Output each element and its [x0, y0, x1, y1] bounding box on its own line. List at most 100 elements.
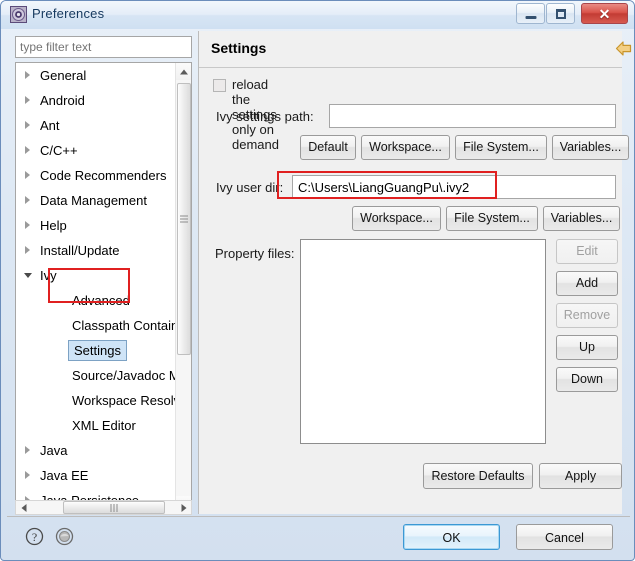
tree-item-classpath-container[interactable]: Classpath Container: [16, 313, 190, 338]
settings-path-filesystem-button[interactable]: File System...: [455, 135, 547, 160]
property-down-button[interactable]: Down: [556, 367, 618, 392]
tree-item-workspace-resolv[interactable]: Workspace Resolv: [16, 388, 180, 413]
tree-item-ant[interactable]: Ant: [16, 113, 176, 138]
close-button[interactable]: ✕: [581, 3, 628, 24]
expander-closed-icon[interactable]: [25, 121, 30, 129]
tree-vertical-scrollbar[interactable]: [175, 63, 191, 513]
property-files-label: Property files:: [215, 246, 295, 261]
tree-item-label: XML Editor: [72, 418, 136, 433]
svg-text:?: ?: [32, 530, 37, 544]
tree-item-label: Advanced: [72, 293, 130, 308]
tree-item-label: General: [40, 68, 87, 83]
expander-closed-icon[interactable]: [25, 221, 30, 229]
tree-item-code-recommenders[interactable]: Code Recommenders: [16, 163, 176, 188]
ivy-user-dir-label: Ivy user dir:: [216, 180, 284, 195]
property-add-button[interactable]: Add: [556, 271, 618, 296]
settings-panel: Settings reload the settings only on dem…: [198, 31, 632, 514]
chevron-right-icon: [181, 503, 186, 512]
tree-item-label: Java: [40, 443, 68, 458]
tree-item-label: Data Management: [40, 193, 147, 208]
tree-item-label: Source/Javadoc M: [72, 368, 180, 383]
help-question-icon[interactable]: ?: [25, 527, 44, 546]
tree-item-label: C/C++: [40, 143, 78, 158]
tree-item-java[interactable]: Java: [16, 438, 176, 463]
reload-settings-checkbox[interactable]: [213, 79, 226, 92]
ivy-settings-path-input[interactable]: [329, 104, 616, 128]
tree-item-label: Ant: [40, 118, 60, 133]
maximize-button[interactable]: [546, 3, 575, 24]
tree-item-general[interactable]: General: [16, 63, 176, 88]
tree-item-label: Ivy: [40, 268, 57, 283]
scroll-left-button[interactable]: [16, 501, 31, 514]
expander-closed-icon[interactable]: [25, 96, 30, 104]
ivy-user-dir-input[interactable]: [292, 175, 616, 199]
expander-closed-icon[interactable]: [25, 446, 30, 454]
dialog-client-area: General Android Ant C/C++ Code Recommenders D…: [7, 29, 632, 557]
expander-closed-icon[interactable]: [25, 171, 30, 179]
user-dir-variables-button[interactable]: Variables...: [543, 206, 620, 231]
expander-closed-icon[interactable]: [25, 246, 30, 254]
minimize-icon: [525, 16, 536, 19]
scrollbar-grip-icon: [180, 215, 188, 223]
preferences-window: Preferences ✕ General Android Ant C/C++ Code…: [0, 0, 635, 561]
settings-path-workspace-button[interactable]: Workspace...: [361, 135, 450, 160]
scroll-up-button[interactable]: [176, 63, 191, 80]
expander-open-icon[interactable]: [24, 273, 32, 282]
tree-item-label: Java EE: [40, 468, 89, 483]
expander-closed-icon[interactable]: [25, 146, 30, 154]
expander-closed-icon[interactable]: [25, 471, 30, 479]
window-title: Preferences: [32, 6, 105, 21]
settings-path-default-button[interactable]: Default: [300, 135, 356, 160]
shell-circle-icon[interactable]: [55, 527, 74, 546]
back-arrow-icon[interactable]: [614, 39, 634, 59]
preferences-tree[interactable]: General Android Ant C/C++ Code Recommenders D…: [15, 62, 192, 514]
apply-button[interactable]: Apply: [539, 463, 622, 489]
tree-item-data-management[interactable]: Data Management: [16, 188, 176, 213]
page-title: Settings: [211, 40, 267, 56]
tree-item-label: Classpath Container: [72, 318, 190, 333]
scroll-right-button[interactable]: [176, 501, 191, 514]
tree-item-advanced[interactable]: Advanced: [16, 288, 176, 313]
tree-item-settings[interactable]: Settings: [16, 338, 176, 363]
vertical-scrollbar-thumb[interactable]: [177, 83, 191, 355]
tree-items-container: General Android Ant C/C++ Code Recommenders D…: [16, 63, 190, 513]
cancel-button[interactable]: Cancel: [516, 524, 613, 550]
tree-item-android[interactable]: Android: [16, 88, 176, 113]
horizontal-scrollbar-thumb[interactable]: [63, 501, 165, 514]
filter-input[interactable]: [15, 36, 192, 58]
dialog-footer: ? OK Cancel: [7, 516, 630, 557]
user-dir-filesystem-button[interactable]: File System...: [446, 206, 538, 231]
tree-horizontal-scrollbar[interactable]: [15, 500, 192, 515]
tree-item-label: Workspace Resolv: [72, 393, 181, 408]
settings-path-variables-button[interactable]: Variables...: [552, 135, 629, 160]
panel-header: Settings: [199, 31, 632, 68]
property-up-button[interactable]: Up: [556, 335, 618, 360]
tree-item-label: Android: [40, 93, 85, 108]
property-edit-button[interactable]: Edit: [556, 239, 618, 264]
tree-item-label: Settings: [68, 340, 127, 361]
close-icon: ✕: [598, 5, 611, 22]
chevron-up-icon: [180, 69, 188, 74]
scrollbar-grip-icon: [110, 503, 118, 512]
tree-item-xml-editor[interactable]: XML Editor: [16, 413, 176, 438]
minimize-button[interactable]: [516, 3, 545, 24]
expander-closed-icon[interactable]: [25, 71, 30, 79]
tree-item-label: Help: [40, 218, 67, 233]
tree-item-help[interactable]: Help: [16, 213, 176, 238]
tree-item-java-ee[interactable]: Java EE: [16, 463, 176, 488]
property-remove-button[interactable]: Remove: [556, 303, 618, 328]
restore-defaults-button[interactable]: Restore Defaults: [423, 463, 533, 489]
property-files-list[interactable]: [300, 239, 546, 444]
tree-item-ivy[interactable]: Ivy: [16, 263, 176, 288]
ivy-settings-path-label: Ivy settings path:: [216, 109, 314, 124]
tree-item-c-c[interactable]: C/C++: [16, 138, 176, 163]
tree-item-source-javadoc-m[interactable]: Source/Javadoc M: [16, 363, 180, 388]
maximize-icon: [555, 8, 566, 19]
tree-item-label: Install/Update: [40, 243, 120, 258]
title-bar[interactable]: Preferences ✕: [1, 1, 634, 29]
expander-closed-icon[interactable]: [25, 196, 30, 204]
chevron-left-icon: [21, 503, 26, 512]
tree-item-install-update[interactable]: Install/Update: [16, 238, 176, 263]
user-dir-workspace-button[interactable]: Workspace...: [352, 206, 441, 231]
ok-button[interactable]: OK: [403, 524, 500, 550]
